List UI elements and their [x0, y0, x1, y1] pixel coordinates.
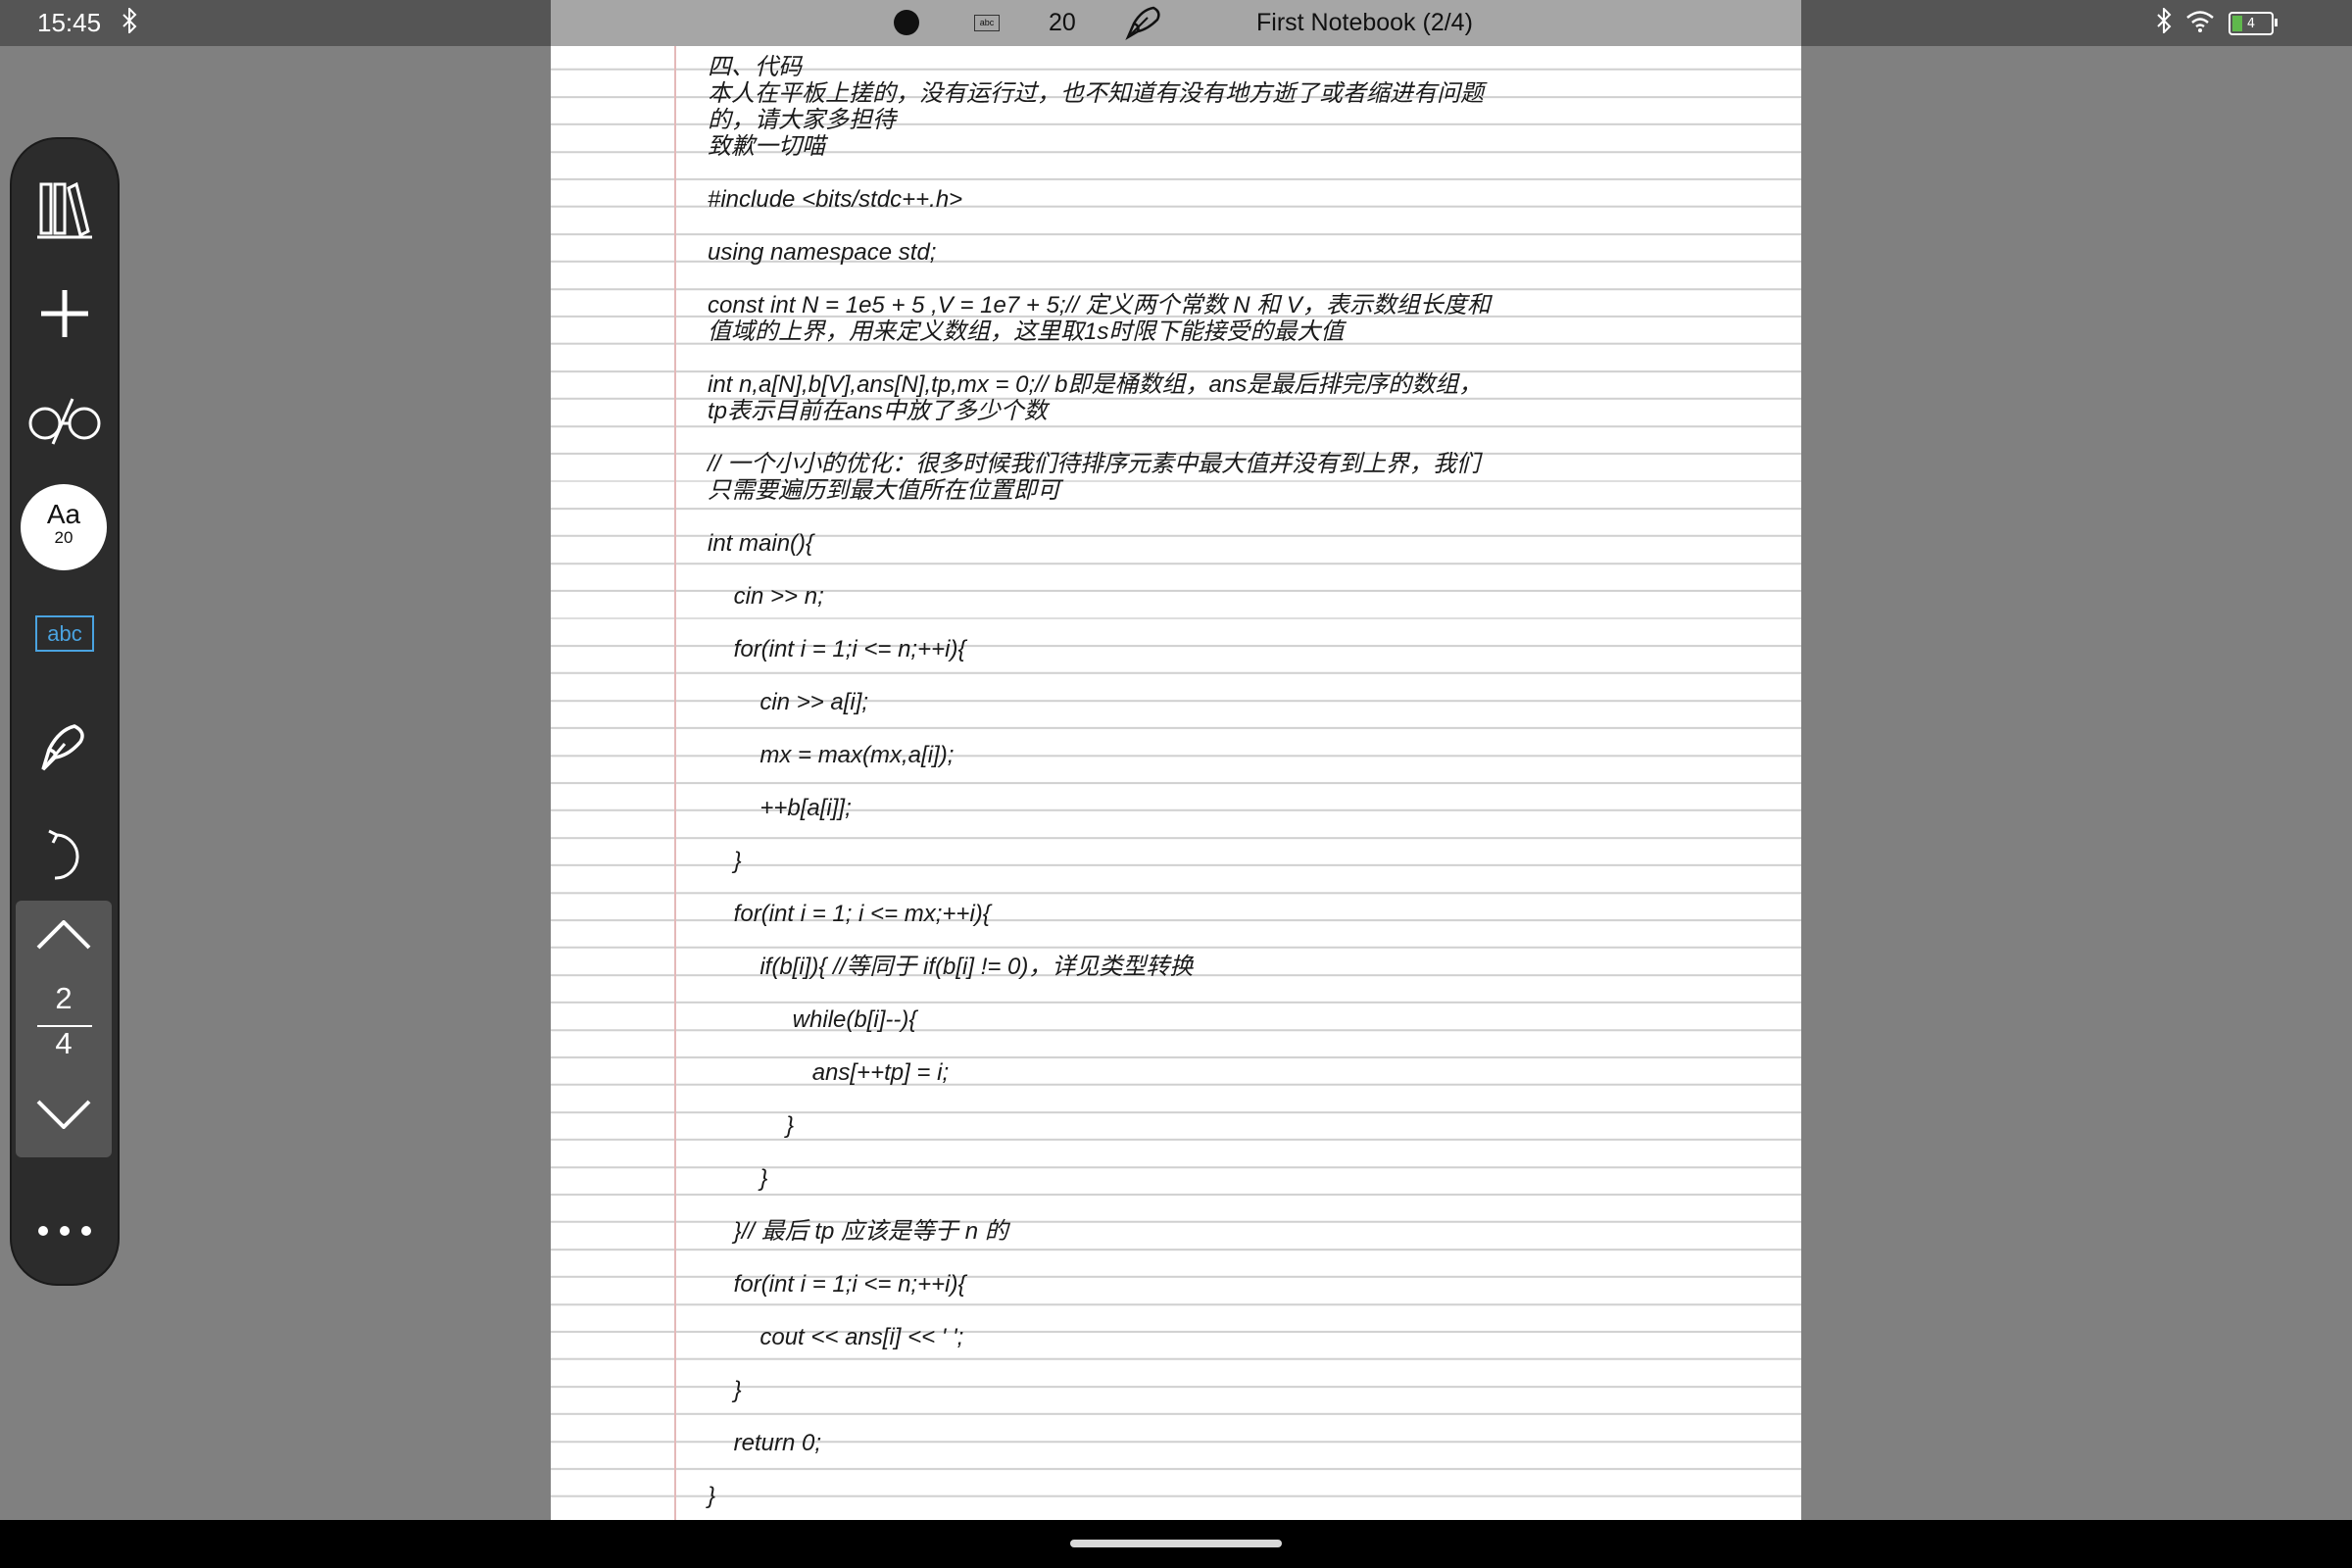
- pen-icon: [37, 720, 92, 779]
- notebook-line: [708, 927, 1590, 954]
- font-size-value: 20: [54, 528, 74, 547]
- notebook-line: }// 最后 tp 应该是等于 n 的: [708, 1218, 1008, 1245]
- notebook-line: [708, 1350, 1590, 1377]
- notebook-line: // 一个小小的优化：很多时候我们待排序元素中最大值并没有到上界，我们: [708, 451, 1481, 477]
- notebook-line: ans[++tp] = i;: [708, 1059, 950, 1086]
- page-current: 2: [55, 981, 73, 1015]
- notebook-line: [708, 980, 1590, 1006]
- notebook-line: const int N = 1e5 + 5 ,V = 1e7 + 5;// 定义…: [708, 292, 1491, 318]
- notebook-line: #include <bits/stdc++.h>: [708, 186, 963, 213]
- notebook-line: for(int i = 1; i <= mx;++i){: [708, 901, 991, 927]
- notebook-page[interactable]: 四、代码 本人在平板上搓的，没有运行过，也不知道有没有地方逝了或者缩进有问题 的，请…: [551, 46, 1801, 1520]
- battery-charging-icon: 4: [2229, 12, 2278, 35]
- notebook-line: int n,a[N],b[V],ans[N],tp,mx = 0;// b即是桶…: [708, 371, 1483, 398]
- chevron-down-icon: [36, 1100, 91, 1133]
- plus-icon: [39, 288, 90, 343]
- bluetooth-icon: [122, 6, 137, 39]
- notebook-line: mx = max(mx,a[i]);: [708, 742, 955, 768]
- status-icons: 4: [2156, 6, 2278, 39]
- notebook-line: [708, 662, 1590, 689]
- notebook-line: [708, 610, 1590, 636]
- battery-fill: [2232, 16, 2242, 31]
- notebook-line: }: [708, 1377, 742, 1403]
- notebook-line: }: [708, 1165, 768, 1192]
- notebook-line: [708, 1033, 1590, 1059]
- notebook-line: using namespace std;: [708, 239, 937, 266]
- notebook-header: abc 20 First Notebook (2/4): [551, 0, 1801, 46]
- notebook-line: }: [708, 848, 742, 874]
- more-button[interactable]: [12, 1207, 118, 1256]
- notebook-line: [708, 821, 1590, 848]
- page-total: 4: [55, 1026, 73, 1060]
- notebook-line: cin >> a[i];: [708, 689, 869, 715]
- notebook-line: cout << ans[i] << ' ';: [708, 1324, 964, 1350]
- page-up-button[interactable]: [16, 912, 112, 961]
- notebook-line: 致歉一切喵: [708, 133, 825, 160]
- wifi-icon: [2185, 9, 2215, 38]
- status-time: 15:45: [37, 8, 102, 37]
- notebook-line: for(int i = 1;i <= n;++i){: [708, 636, 966, 662]
- notebook-line: 值域的上界，用来定义数组，这里取1s时限下能接受的最大值: [708, 318, 1345, 345]
- side-toolbar: Aa 20 abc 2 4: [10, 137, 120, 1286]
- notebook-line: [708, 345, 1590, 371]
- notebook-line: if(b[i]){ //等同于 if(b[i] != 0)，详见类型转换: [708, 954, 1194, 980]
- notebook-line: [708, 160, 1590, 186]
- notebook-text[interactable]: 四、代码 本人在平板上搓的，没有运行过，也不知道有没有地方逝了或者缩进有问题 的，请…: [708, 54, 1590, 1509]
- notebook-line: cin >> n;: [708, 583, 824, 610]
- undo-icon: [43, 827, 86, 886]
- notebook-line: [708, 874, 1590, 901]
- notebook-line: [708, 715, 1590, 742]
- notebook-line: 的，请大家多担待: [708, 107, 896, 133]
- pen-size-value[interactable]: 20: [1049, 9, 1076, 37]
- notebook-line: [708, 1139, 1590, 1165]
- page-margin-line: [674, 46, 676, 1520]
- pen-tool-button[interactable]: [12, 715, 118, 784]
- notebook-line: ++b[a[i]];: [708, 795, 852, 821]
- notebook-line: [708, 266, 1590, 292]
- chevron-up-icon: [36, 919, 91, 954]
- notebook-line: [708, 557, 1590, 583]
- more-dots-icon: [35, 1223, 94, 1242]
- notebook-line: }: [708, 1112, 795, 1139]
- battery-level: 4: [2246, 16, 2256, 31]
- notebook-line: [708, 213, 1590, 239]
- library-button[interactable]: [12, 176, 118, 245]
- pen-color-button[interactable]: [894, 10, 919, 35]
- font-label: Aa: [46, 499, 81, 529]
- notebook-title[interactable]: First Notebook (2/4): [1256, 9, 1473, 37]
- notebook-line: [708, 424, 1590, 451]
- home-gesture-handle[interactable]: [1070, 1540, 1282, 1547]
- notebook-line: [708, 504, 1590, 530]
- notebook-line: [708, 1456, 1590, 1483]
- notebook-line: [708, 1192, 1590, 1218]
- notebook-line: [708, 768, 1590, 795]
- notebook-line: 只需要遍历到最大值所在位置即可: [708, 477, 1060, 504]
- notebook-line: [708, 1403, 1590, 1430]
- glasses-icon: [25, 397, 104, 450]
- page-down-button[interactable]: [16, 1092, 112, 1141]
- notebook-line: [708, 1086, 1590, 1112]
- text-recognition-button[interactable]: abc: [35, 615, 94, 652]
- pen-tool-icon[interactable]: [1124, 4, 1165, 41]
- notebook-line: }: [708, 1483, 716, 1509]
- library-icon: [37, 178, 92, 243]
- notebook-line: int main(){: [708, 530, 814, 557]
- system-nav-bar: [0, 1520, 2352, 1568]
- text-mode-button[interactable]: abc: [974, 15, 1000, 31]
- page-navigator: 2 4: [16, 901, 112, 1157]
- notebook-line: tp表示目前在ans中放了多少个数: [708, 398, 1048, 424]
- font-size-button[interactable]: Aa 20: [21, 484, 107, 570]
- bluetooth-icon: [2156, 6, 2172, 39]
- add-page-button[interactable]: [12, 281, 118, 350]
- notebook-line: while(b[i]--){: [708, 1006, 917, 1033]
- notebook-line: 四、代码: [708, 54, 802, 80]
- notebook-line: 本人在平板上搓的，没有运行过，也不知道有没有地方逝了或者缩进有问题: [708, 80, 1484, 107]
- notebook-line: for(int i = 1;i <= n;++i){: [708, 1271, 966, 1298]
- reading-mode-button[interactable]: [12, 389, 118, 458]
- undo-button[interactable]: [12, 822, 118, 891]
- notebook-line: return 0;: [708, 1430, 822, 1456]
- notebook-line: [708, 1298, 1590, 1324]
- notebook-line: [708, 1245, 1590, 1271]
